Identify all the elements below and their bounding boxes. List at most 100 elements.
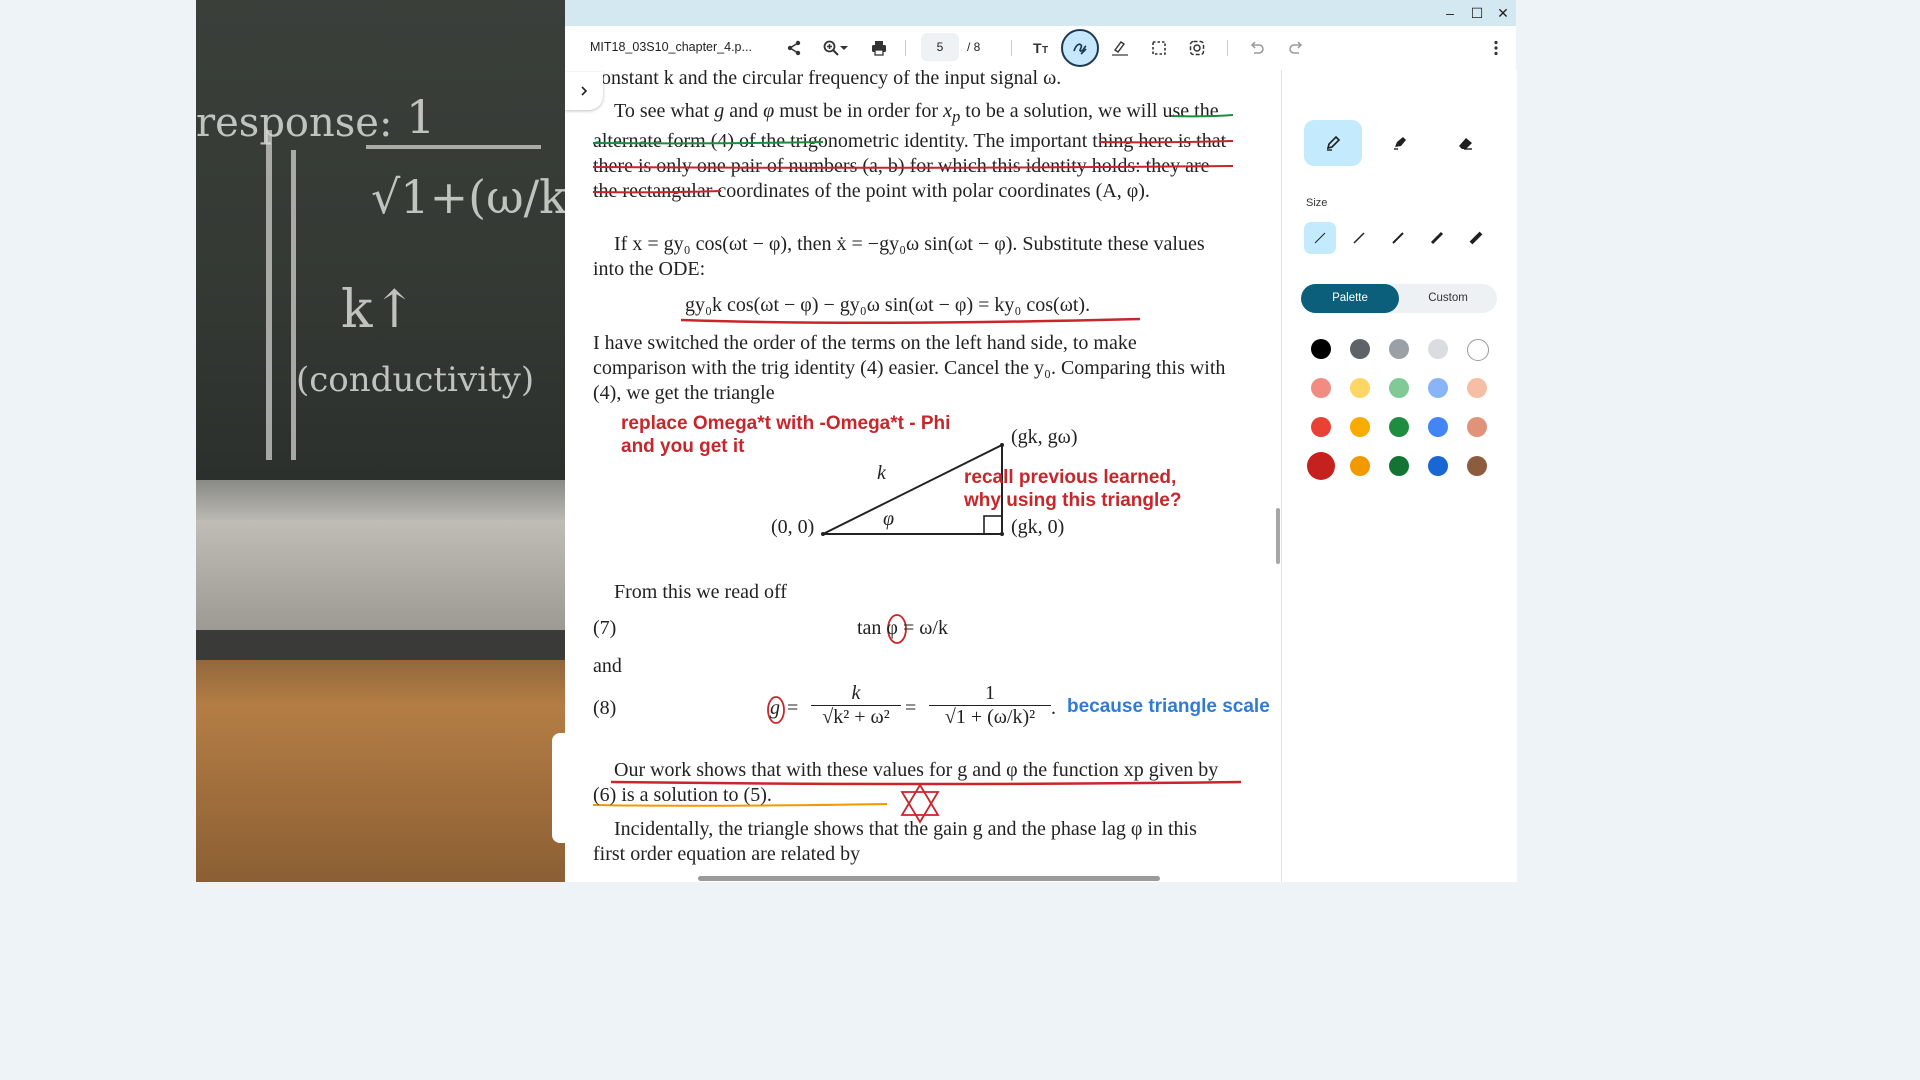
chevron-right-icon bbox=[581, 86, 588, 96]
fraction: k √k² + ω² bbox=[811, 682, 901, 729]
color-swatch[interactable] bbox=[1311, 417, 1331, 437]
board-trim bbox=[196, 480, 565, 520]
doc-text: x bbox=[943, 100, 952, 122]
doc-text: and bbox=[724, 100, 764, 122]
doc-paragraph: Our work shows that with these values fo… bbox=[593, 759, 1219, 806]
document-page[interactable]: onstant k and the circular frequency of … bbox=[565, 70, 1281, 882]
chalkboard bbox=[196, 0, 565, 480]
chalk-text: 1 bbox=[406, 90, 436, 144]
page-total: / 8 bbox=[967, 40, 981, 54]
color-swatch[interactable] bbox=[1428, 378, 1448, 398]
color-swatch[interactable] bbox=[1311, 339, 1331, 359]
horizontal-scrollbar[interactable] bbox=[698, 876, 1160, 881]
size-option-2[interactable] bbox=[1343, 222, 1375, 254]
size-option-4[interactable] bbox=[1421, 222, 1453, 254]
chalk-text: (conductivity) bbox=[296, 360, 535, 400]
chevron-down-icon[interactable] bbox=[837, 34, 851, 62]
more-icon[interactable] bbox=[1482, 34, 1510, 62]
doc-paragraph: onstant k and the circular frequency of … bbox=[601, 70, 1062, 89]
pen-icon[interactable] bbox=[1304, 120, 1362, 166]
toolbar-divider bbox=[905, 40, 906, 56]
video-side-tab[interactable] bbox=[552, 733, 566, 843]
chalk-text: response: bbox=[196, 100, 393, 146]
color-swatch[interactable] bbox=[1350, 378, 1370, 398]
note-line: recall previous learned, bbox=[964, 467, 1177, 488]
color-swatch[interactable] bbox=[1467, 456, 1487, 476]
desk bbox=[196, 630, 565, 882]
doc-paragraph: and bbox=[593, 655, 622, 677]
annotate-icon[interactable] bbox=[1061, 29, 1099, 67]
chalk-line bbox=[266, 130, 272, 460]
lecture-video-frame: response: 1 √1+(ω/k)² k↑ (conductivity) bbox=[196, 0, 565, 882]
eraser-icon[interactable] bbox=[1436, 120, 1494, 166]
doc-text: To see what bbox=[614, 100, 715, 122]
color-swatch[interactable] bbox=[1467, 339, 1489, 361]
equation-8-period: . bbox=[1051, 697, 1056, 719]
equation-8-g: g bbox=[770, 697, 780, 719]
numerator: 1 bbox=[985, 682, 995, 704]
equation-8-equals: = bbox=[905, 697, 917, 719]
page-number-input[interactable]: 5 bbox=[921, 33, 959, 61]
size-label: Size bbox=[1306, 197, 1328, 209]
text-size-icon[interactable]: TT bbox=[1027, 34, 1055, 62]
signature-icon[interactable] bbox=[1106, 34, 1134, 62]
note-line: replace Omega*t with -Omega*t - Phi bbox=[621, 413, 951, 434]
doc-paragraph: Incidentally, the triangle shows that th… bbox=[593, 818, 1197, 865]
triangle-vertex-origin: (0, 0) bbox=[771, 516, 815, 538]
maximize-button[interactable]: ☐ bbox=[1468, 4, 1486, 22]
doc-text: g bbox=[714, 100, 725, 122]
color-swatch[interactable] bbox=[1428, 456, 1448, 476]
highlighter-icon[interactable] bbox=[1370, 120, 1428, 166]
color-swatch[interactable] bbox=[1467, 417, 1487, 437]
tab-custom[interactable]: Custom bbox=[1399, 284, 1497, 313]
color-swatch[interactable] bbox=[1350, 456, 1370, 476]
handwritten-note: replace Omega*t with -Omega*t - Phi and … bbox=[621, 412, 950, 458]
denominator: √1 + (ω/k)² bbox=[944, 706, 1036, 728]
doc-paragraph: To see what g and φ must be in order for… bbox=[593, 99, 1233, 204]
palette-custom-toggle: Palette Custom bbox=[1301, 284, 1497, 313]
wall bbox=[196, 520, 565, 630]
tab-palette[interactable]: Palette bbox=[1301, 284, 1399, 313]
color-swatch[interactable] bbox=[1350, 339, 1370, 359]
select-region-icon[interactable] bbox=[1145, 34, 1173, 62]
doc-text: φ bbox=[763, 100, 775, 122]
color-swatch[interactable] bbox=[1428, 417, 1448, 437]
toolbar-divider bbox=[1011, 40, 1012, 56]
pdf-viewer-window: – ☐ ✕ MIT18_03S10_chapter_4.p... 5 / 8 T… bbox=[565, 0, 1517, 882]
triangle-angle: φ bbox=[883, 508, 895, 530]
doc-paragraph: If x = gy₀ cos(ωt − φ), then ẋ = −gy₀ω s… bbox=[593, 233, 1205, 280]
undo-icon[interactable] bbox=[1243, 34, 1271, 62]
triangle-vertex-right: (gk, 0) bbox=[1011, 516, 1065, 538]
color-swatch[interactable] bbox=[1311, 378, 1331, 398]
handwritten-note: recall previous learned, why using this … bbox=[964, 466, 1181, 512]
toolbar-divider bbox=[1227, 40, 1228, 56]
doc-paragraph: From this we read off bbox=[614, 581, 787, 603]
vertical-scrollbar[interactable] bbox=[1276, 508, 1280, 564]
print-icon[interactable] bbox=[865, 34, 893, 62]
color-swatch[interactable] bbox=[1350, 417, 1370, 437]
color-swatch[interactable] bbox=[1389, 378, 1409, 398]
numerator: k bbox=[851, 682, 861, 704]
lens-icon[interactable] bbox=[1183, 34, 1211, 62]
handwritten-note: because triangle scale bbox=[1067, 696, 1270, 717]
color-swatch[interactable] bbox=[1428, 339, 1448, 359]
color-swatch[interactable] bbox=[1389, 339, 1409, 359]
fraction: 1 √1 + (ω/k)² bbox=[929, 682, 1051, 729]
size-option-3[interactable] bbox=[1382, 222, 1414, 254]
color-swatch[interactable] bbox=[1307, 452, 1335, 480]
redo-icon[interactable] bbox=[1282, 34, 1310, 62]
expand-sidebar-button[interactable] bbox=[565, 72, 603, 110]
size-option-5[interactable] bbox=[1460, 222, 1492, 254]
color-swatch[interactable] bbox=[1389, 417, 1409, 437]
file-name: MIT18_03S10_chapter_4.p... bbox=[590, 40, 752, 54]
color-swatch[interactable] bbox=[1389, 456, 1409, 476]
minimize-button[interactable]: – bbox=[1441, 4, 1459, 22]
share-icon[interactable] bbox=[780, 34, 808, 62]
title-bar: – ☐ ✕ bbox=[565, 0, 1516, 26]
close-button[interactable]: ✕ bbox=[1494, 4, 1512, 22]
color-swatch[interactable] bbox=[1467, 378, 1487, 398]
chalk-line bbox=[291, 150, 296, 460]
note-line: why using this triangle? bbox=[964, 490, 1182, 511]
size-option-1[interactable] bbox=[1304, 222, 1336, 254]
chalk-text: k↑ bbox=[341, 280, 417, 340]
